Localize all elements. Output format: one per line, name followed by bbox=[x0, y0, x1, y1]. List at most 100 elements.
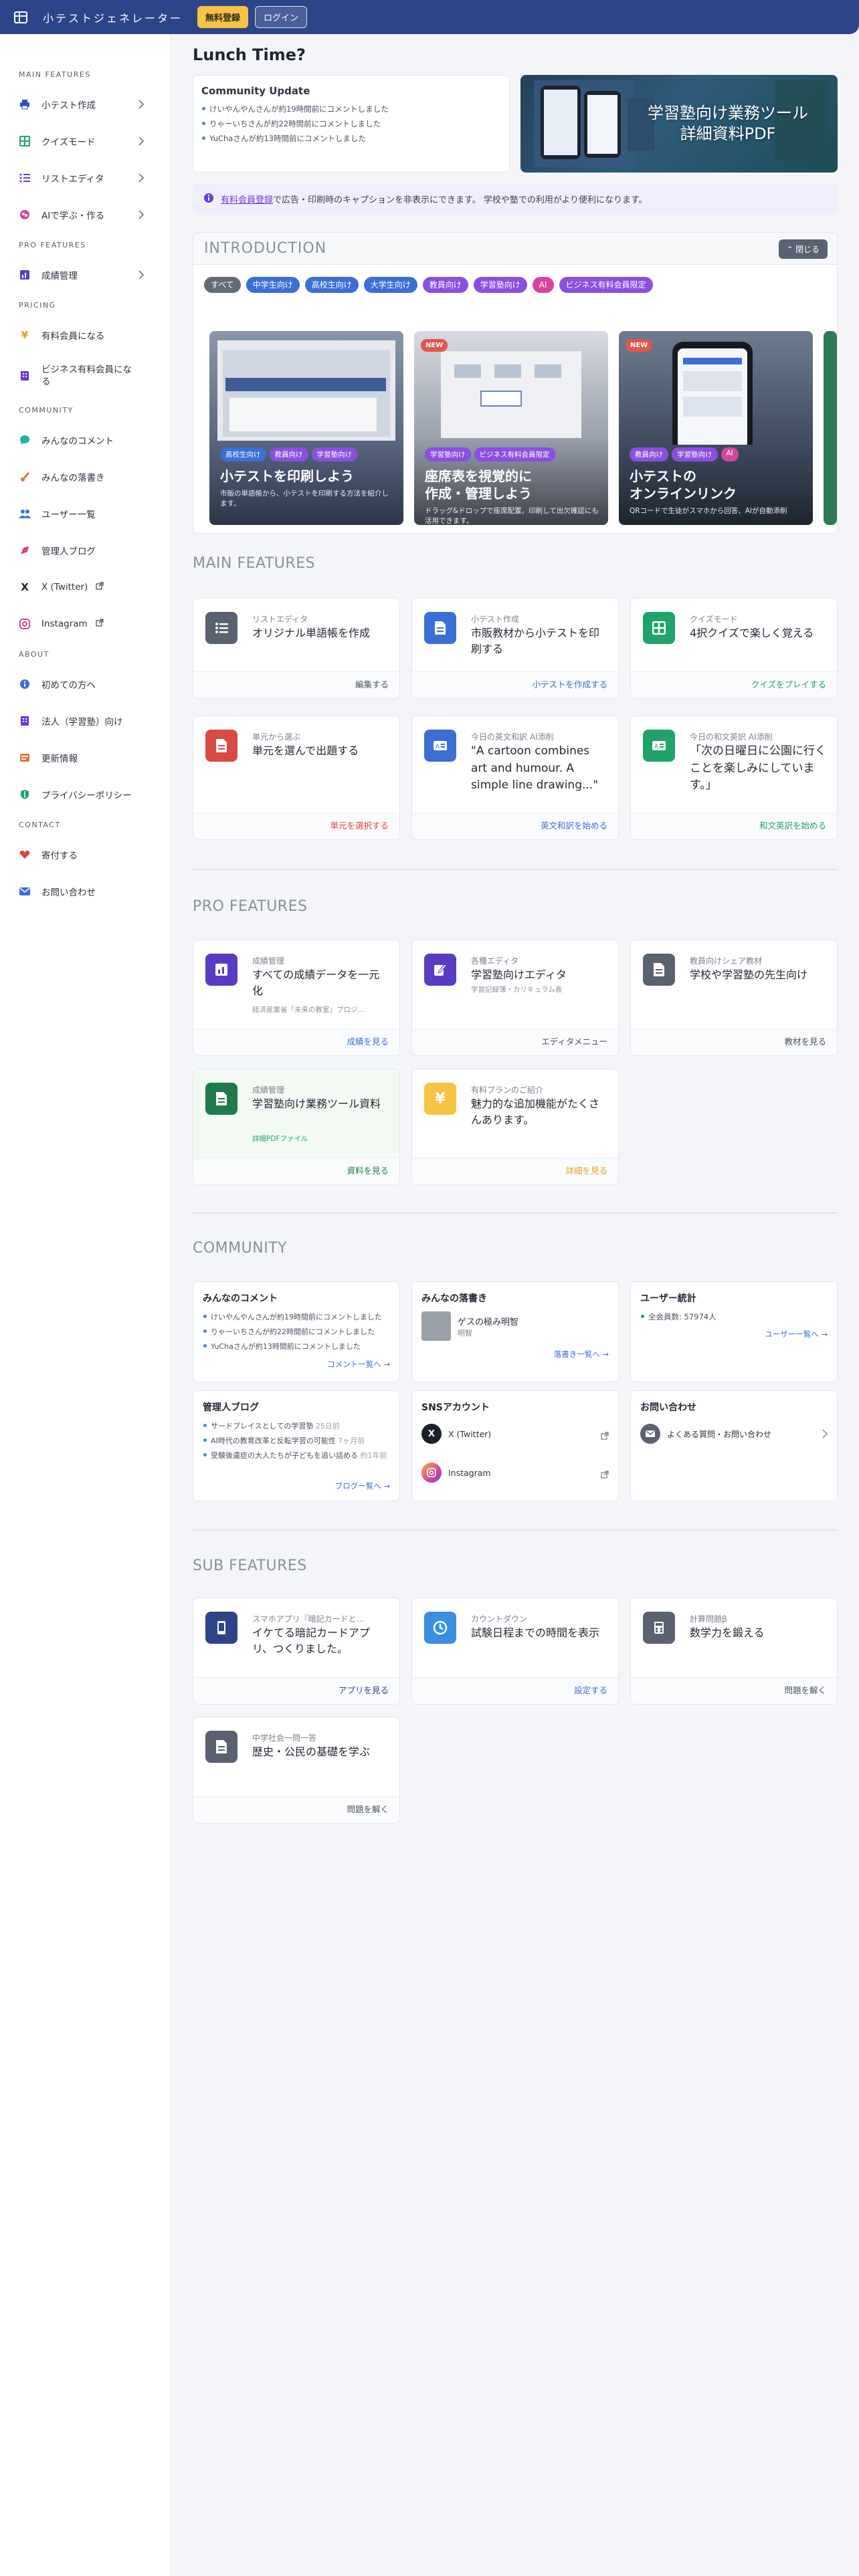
chip-teachers[interactable]: 教員向け bbox=[422, 277, 468, 293]
feature-card-ja-en[interactable]: A 今日の和文英訳 AI添削 「次の日曜日に公園に行くことを楽しみにしています。… bbox=[630, 716, 838, 840]
sidebar-item-paid-member[interactable]: ¥ 有料会員になる bbox=[0, 324, 171, 346]
sub-card-social[interactable]: 中学社会一問一答 歴史・公民の基礎を学ぶ 問題を解く bbox=[193, 1717, 400, 1824]
sns-twitter-link[interactable]: X X (Twitter) bbox=[421, 1420, 609, 1447]
community-users-card[interactable]: ユーザー統計 全会員数: 57974人 ユーザー一覧へ → bbox=[630, 1281, 838, 1382]
page-title: Lunch Time? bbox=[193, 45, 306, 64]
card-action[interactable]: アプリを見る bbox=[193, 1677, 399, 1704]
card-action[interactable]: 設定する bbox=[412, 1677, 618, 1704]
sidebar-item-label: 初めての方へ bbox=[41, 680, 96, 691]
chip-ai[interactable]: AI bbox=[532, 277, 554, 293]
card-subtitle: 経済産業省「未来の教室」プロジ… bbox=[252, 1006, 365, 1014]
sidebar-item-business-member[interactable]: ビジネス有料会員になる bbox=[0, 361, 171, 391]
slide-seating[interactable]: NEW 学習塾向け ビジネス有料会員限定 座席表を視覚的に 作成・管理しよう ドラッ… bbox=[414, 331, 608, 525]
card-action[interactable]: 和文英訳を始める bbox=[631, 813, 837, 839]
sidebar-item-twitter[interactable]: X X (Twitter) bbox=[0, 576, 171, 598]
list-item[interactable]: けいやんやんさんが約19時間前にコメントしました bbox=[201, 104, 501, 114]
pro-card-editor[interactable]: 各種エディタ 学習塾向けエディタ 学習記録簿・カリキュラム表 エディタメニュー bbox=[411, 940, 619, 1056]
graffiti-thumbnail[interactable] bbox=[421, 1311, 451, 1341]
blog-more-link[interactable]: ブログ一覧へ → bbox=[335, 1481, 390, 1491]
card-action[interactable]: 単元を選択する bbox=[193, 813, 399, 839]
card-title: 4択クイズで楽しく覚える bbox=[690, 627, 814, 639]
sidebar-item-donate[interactable]: 寄付する bbox=[0, 844, 171, 865]
sub-card-countdown[interactable]: カウントダウン 試験日程までの時間を表示 設定する bbox=[411, 1598, 619, 1705]
pro-card-grades[interactable]: 成績管理 すべての成績データを一元化 経済産業省「未来の教室」プロジ… 成績を見… bbox=[193, 940, 400, 1056]
community-graffiti-card[interactable]: みんなの落書き ゲスの極み明智 明智 落書き一覧へ → bbox=[411, 1281, 619, 1382]
sidebar-item-graffiti[interactable]: みんなの落書き bbox=[0, 466, 171, 488]
pdf-banner[interactable]: 学習塾向け業務ツール 詳細資料PDF bbox=[520, 75, 838, 173]
sidebar-item-beginners[interactable]: 初めての方へ bbox=[0, 673, 171, 695]
community-blog-card[interactable]: 管理人ブログ サードプレイスとしての学習塾 25日前 AI時代の教育改革と反転学… bbox=[193, 1390, 400, 1501]
list-item[interactable]: YuChaさんが約13時間前にコメントしました bbox=[203, 1341, 390, 1352]
sns-instagram-link[interactable]: Instagram bbox=[421, 1459, 609, 1486]
sidebar-item-privacy[interactable]: プライバシーポリシー bbox=[0, 784, 171, 805]
sidebar-item-ai[interactable]: AIで学ぶ・作る bbox=[0, 204, 171, 225]
comments-more-link[interactable]: コメント一覧へ → bbox=[327, 1359, 390, 1370]
sidebar-item-blog[interactable]: 管理人ブログ bbox=[0, 540, 171, 561]
sidebar-item-quiz-create[interactable]: 小テスト作成 bbox=[0, 94, 171, 115]
sidebar-item-corporate[interactable]: 法人（学習塾）向け bbox=[0, 710, 171, 732]
sub-card-flashcard[interactable]: スマホアプリ『暗記カードと… イケてる暗記カードアプリ、つくりました。 アプリを… bbox=[193, 1598, 400, 1705]
sidebar-item-grades[interactable]: 成績管理 bbox=[0, 264, 171, 286]
close-button[interactable]: ⌃ 閉じる bbox=[778, 239, 828, 259]
sidebar-item-list-editor[interactable]: リストエディタ bbox=[0, 167, 171, 189]
card-action[interactable]: 教材を見る bbox=[631, 1029, 837, 1055]
sidebar-item-updates[interactable]: 更新情報 bbox=[0, 747, 171, 768]
feature-card-en-ja[interactable]: A 今日の英文和訳 AI添削 "A cartoon combines art a… bbox=[411, 716, 619, 840]
app-title[interactable]: 小テストジェネレーター bbox=[43, 9, 183, 25]
sub-card-calc[interactable]: 計算問題β 数学力を鍛える 問題を解く bbox=[630, 1598, 838, 1705]
login-button[interactable]: ログイン bbox=[255, 6, 308, 28]
list-item[interactable]: りゃーいちさんが約22時間前にコメントしました bbox=[203, 1326, 390, 1337]
register-button[interactable]: 無料登録 bbox=[197, 6, 249, 28]
community-comments-card[interactable]: みんなのコメント けいやんやんさんが約19時間前にコメントしました りゃーいちさ… bbox=[193, 1281, 400, 1382]
external-link-icon bbox=[96, 582, 104, 593]
table-logo-icon[interactable] bbox=[13, 10, 28, 25]
paid-register-link[interactable]: 有料会員登録 bbox=[221, 193, 273, 205]
feature-card-unit[interactable]: 単元から選ぶ 単元を選んで出題する 単元を選択する bbox=[193, 716, 400, 840]
chevron-right-icon bbox=[138, 100, 145, 112]
brush-icon bbox=[19, 471, 31, 483]
list-item[interactable]: 受験後遺症の大人たちが子どもを追い詰める 約1年前 bbox=[203, 1450, 390, 1461]
sidebar-item-label: 寄付する bbox=[41, 851, 78, 861]
card-action[interactable]: クイズをプレイする bbox=[631, 671, 837, 698]
card-action[interactable]: 成績を見る bbox=[193, 1029, 399, 1055]
chip-cram-school[interactable]: 学習塾向け bbox=[473, 277, 527, 293]
list-item[interactable]: YuChaさんが約13時間前にコメントしました bbox=[201, 133, 501, 144]
card-action[interactable]: 小テストを作成する bbox=[412, 671, 618, 698]
card-action[interactable]: 問題を解く bbox=[193, 1796, 399, 1823]
chip-all[interactable]: すべて bbox=[204, 277, 241, 293]
sidebar-item-inquiry[interactable]: お問い合わせ bbox=[0, 881, 171, 902]
feature-card-list-editor[interactable]: リストエディタ オリジナル単語帳を作成 編集する bbox=[193, 598, 400, 699]
list-item[interactable]: サードプレイスとしての学習塾 25日前 bbox=[203, 1420, 390, 1431]
card-action[interactable]: エディタメニュー bbox=[412, 1029, 618, 1055]
feature-card-quiz-mode[interactable]: クイズモード 4択クイズで楽しく覚える クイズをプレイする bbox=[630, 598, 838, 699]
slide-print[interactable]: 高校生向け 教員向け 学習塾向け 小テストを印刷しよう 市販の単語帳から、小テストを… bbox=[209, 331, 403, 525]
users-more-link[interactable]: ユーザー一覧へ → bbox=[765, 1329, 828, 1339]
card-subtitle: 詳細PDFファイル bbox=[252, 1135, 308, 1143]
pro-card-plan[interactable]: ¥ 有料プランのご紹介 魅力的な追加機能がたくさんあります。 詳細を見る bbox=[411, 1069, 619, 1185]
card-action[interactable]: 詳細を見る bbox=[412, 1158, 618, 1184]
new-badge: NEW bbox=[421, 339, 448, 352]
sidebar-heading-about: ABOUT bbox=[19, 650, 50, 659]
feature-card-quiz-create[interactable]: 小テスト作成 市販教材から小テストを印刷する 小テストを作成する bbox=[411, 598, 619, 699]
sidebar-item-quiz-mode[interactable]: クイズモード bbox=[0, 130, 171, 152]
pro-card-pdf[interactable]: 成績管理 学習塾向け業務ツール資料 詳細PDFファイル 資料を見る bbox=[193, 1069, 400, 1185]
sidebar-item-instagram[interactable]: Instagram bbox=[0, 613, 171, 635]
card-action[interactable]: 編集する bbox=[193, 671, 399, 698]
graffiti-more-link[interactable]: 落書き一覧へ → bbox=[554, 1349, 609, 1360]
chip-junior-high[interactable]: 中学生向け bbox=[246, 277, 300, 293]
list-item[interactable]: AI時代の教育改革と反転学習の可能性 7ヶ月前 bbox=[203, 1435, 390, 1446]
sidebar-item-comments[interactable]: みんなのコメント bbox=[0, 429, 171, 451]
chip-high-school[interactable]: 高校生向け bbox=[304, 277, 359, 293]
card-action[interactable]: 英文和訳を始める bbox=[412, 813, 618, 839]
card-action[interactable]: 問題を解く bbox=[631, 1677, 837, 1704]
list-item[interactable]: りゃーいちさんが約22時間前にコメントしました bbox=[201, 118, 501, 129]
slide-online-link[interactable]: NEW 教員向け 学習塾向け AI 小テストの オンラインリンク QRコードで生徒がス… bbox=[619, 331, 813, 525]
card-action[interactable]: 資料を見る bbox=[193, 1158, 399, 1184]
sidebar-item-users[interactable]: ユーザー一覧 bbox=[0, 503, 171, 524]
chip-business[interactable]: ビジネス有料会員限定 bbox=[559, 277, 653, 293]
slide-partial[interactable] bbox=[824, 331, 837, 525]
chip-university[interactable]: 大学生向け bbox=[363, 277, 417, 293]
faq-contact-link[interactable]: よくある質問・お問い合わせ bbox=[640, 1420, 828, 1447]
list-item[interactable]: けいやんやんさんが約19時間前にコメントしました bbox=[203, 1311, 390, 1322]
pro-card-shared[interactable]: 教員向けシェア教材 学校や学習塾の先生向け 教材を見る bbox=[630, 940, 838, 1056]
